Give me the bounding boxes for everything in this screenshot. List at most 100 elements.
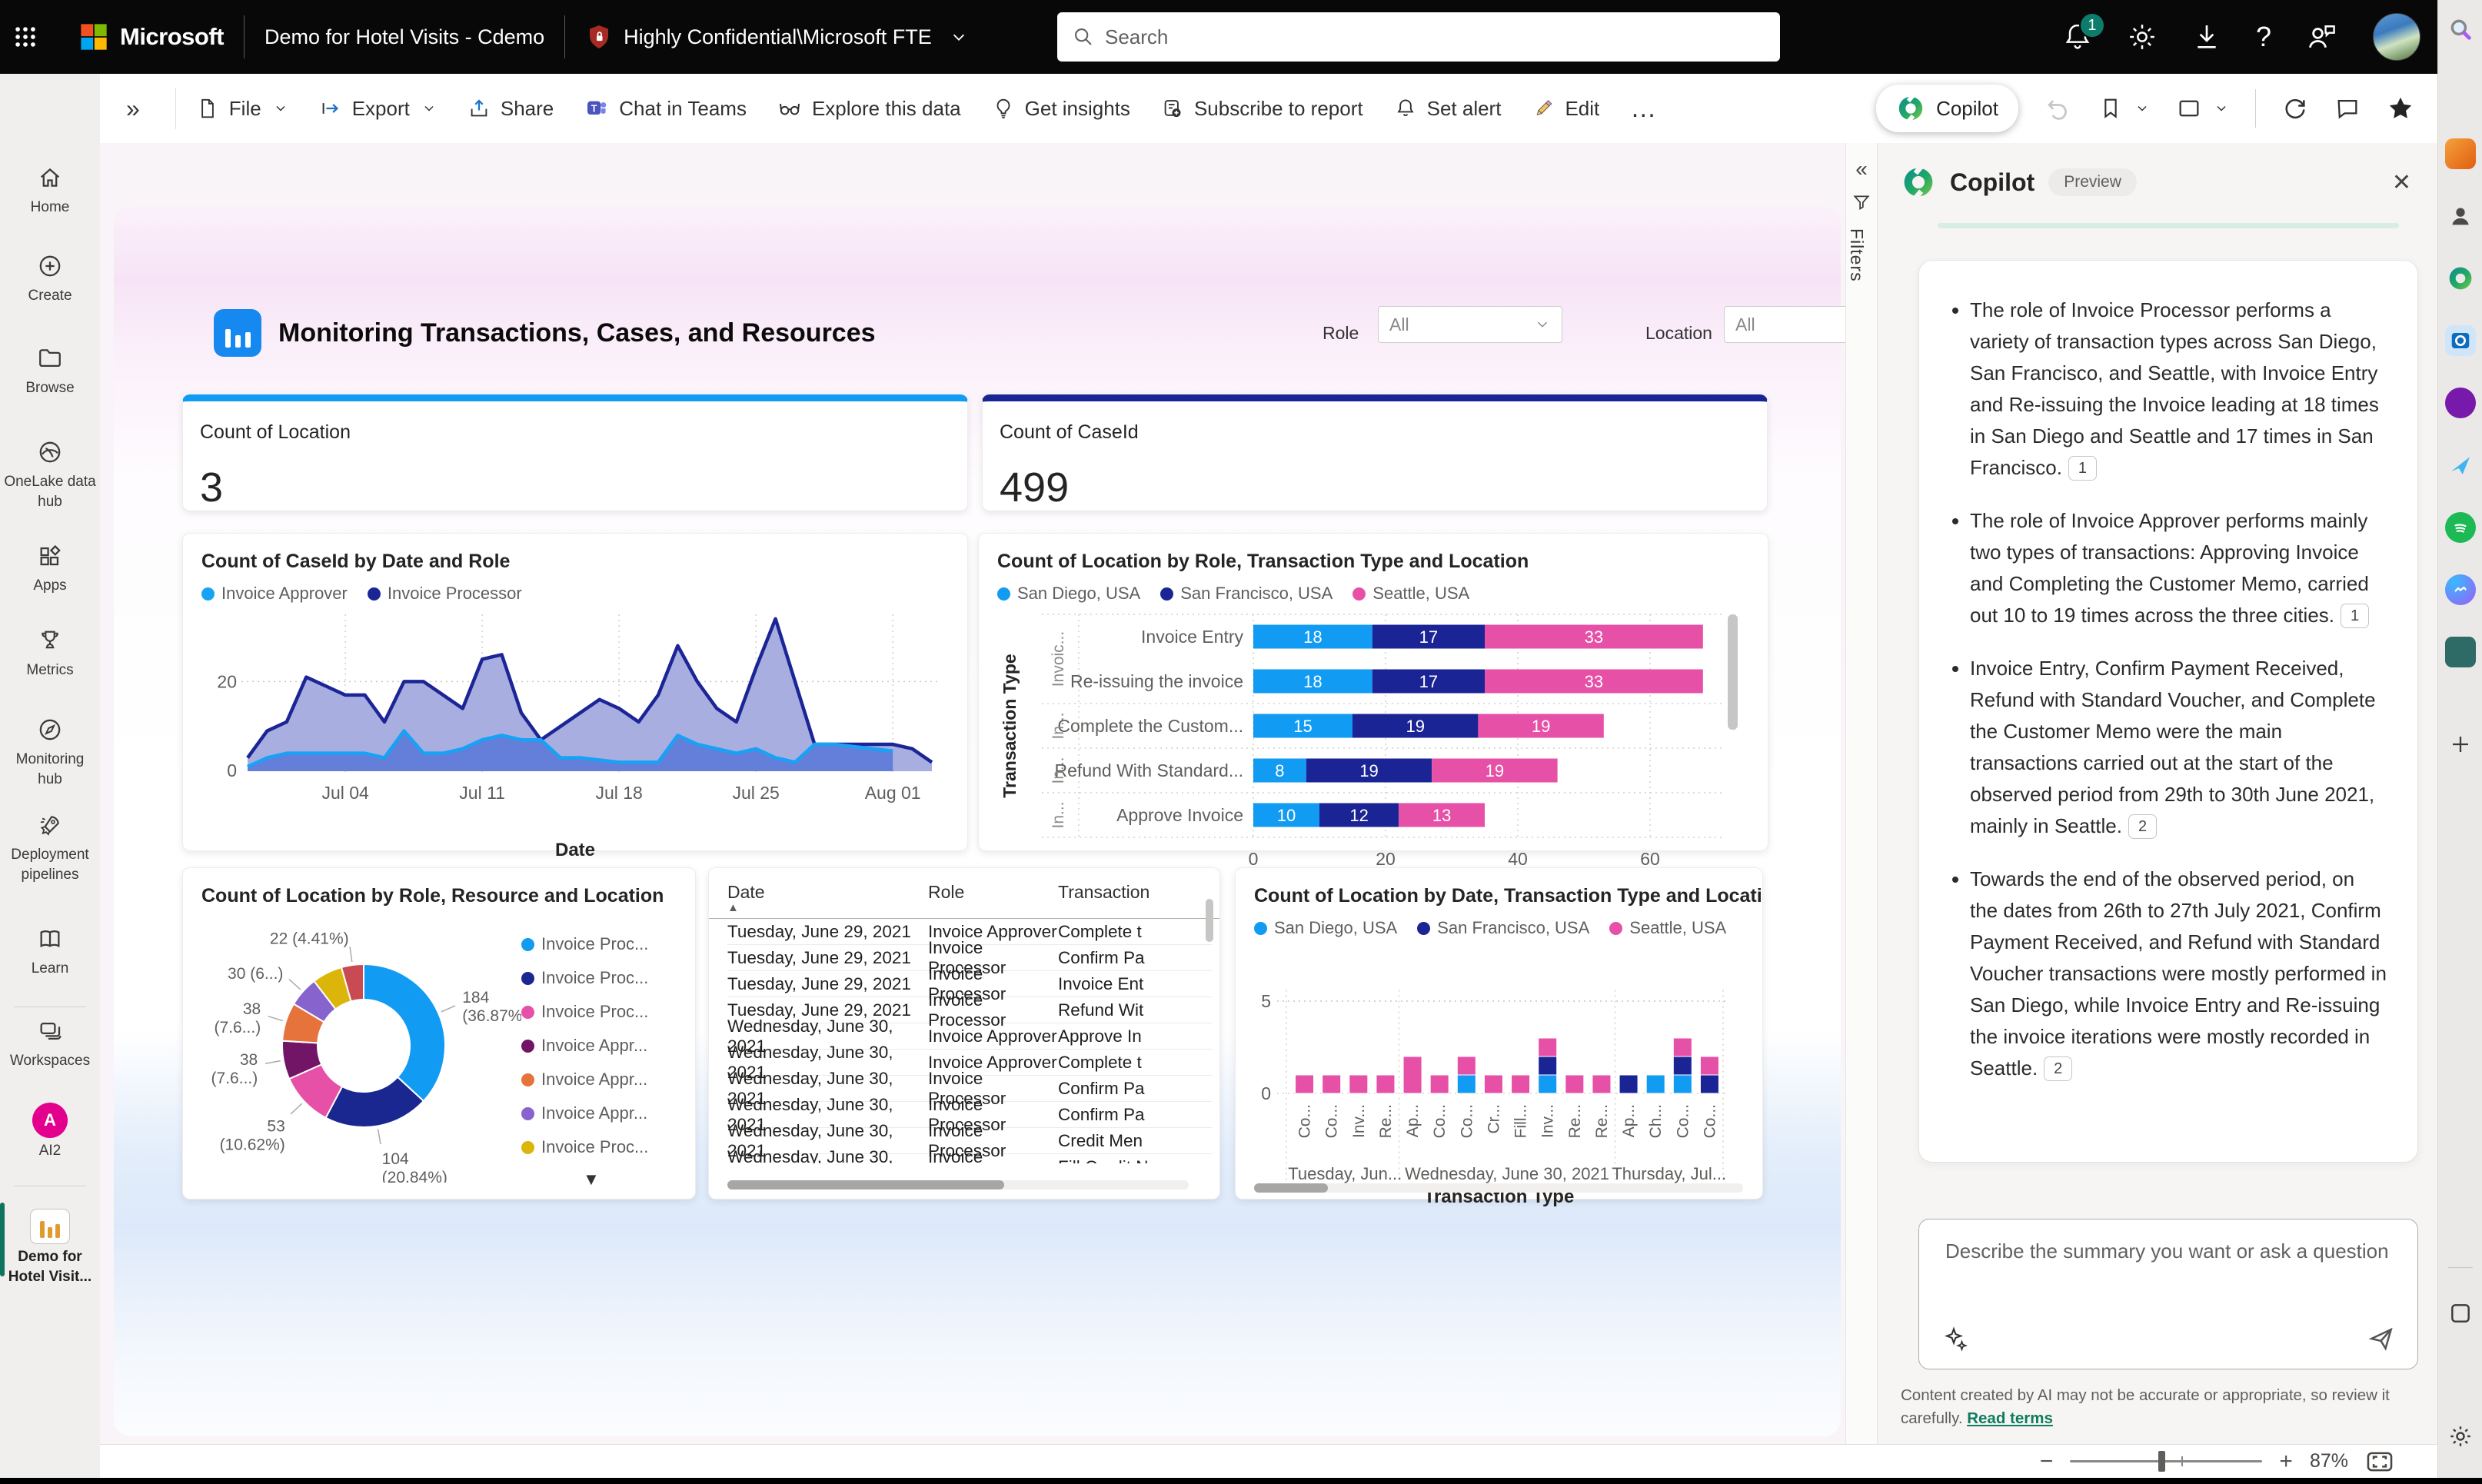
settings-button[interactable] — [2127, 22, 2158, 52]
more-options-button[interactable]: … — [1630, 94, 1658, 124]
edge-add-icon[interactable] — [2445, 729, 2476, 760]
legend-item[interactable]: Invoice Proc... — [521, 1002, 648, 1022]
bar-chart-location-by-role-transaction[interactable]: Count of Location by Role, Transaction T… — [978, 533, 1768, 851]
table-vscrollbar-thumb[interactable] — [1206, 899, 1213, 942]
column-segment[interactable] — [1646, 1075, 1665, 1093]
set-alert-button[interactable]: Set alert — [1394, 97, 1502, 121]
column-chart-location-by-date-transaction[interactable]: Count of Location by Date, Transaction T… — [1235, 867, 1763, 1200]
role-filter-dropdown[interactable]: All — [1378, 306, 1562, 343]
edge-search-icon[interactable] — [2445, 14, 2476, 45]
donut-slice[interactable] — [364, 964, 445, 1101]
get-insights-button[interactable]: Get insights — [992, 97, 1130, 121]
comment-icon[interactable] — [2334, 95, 2361, 121]
edge-messenger-icon[interactable] — [2445, 574, 2476, 605]
copilot-button[interactable]: Copilot — [1876, 85, 2018, 132]
notifications-button[interactable]: 1 — [2062, 22, 2093, 52]
edge-designer-icon[interactable] — [2445, 450, 2476, 481]
zoom-out-button[interactable]: − — [2040, 1449, 2054, 1475]
citation-chip[interactable]: 1 — [2068, 456, 2097, 481]
table-row[interactable]: Wednesday, June 30, 2021Invoice Processo… — [727, 1154, 1212, 1163]
chart-vertical-scrollbar[interactable] — [1728, 614, 1738, 730]
sidebar-item-apps[interactable]: Apps — [0, 543, 100, 596]
zoom-slider[interactable] — [2070, 1460, 2262, 1462]
column-segment[interactable] — [1539, 1056, 1557, 1075]
table-hscrollbar[interactable] — [727, 1180, 1189, 1190]
column-segment[interactable] — [1349, 1075, 1368, 1093]
column-segment[interactable] — [1512, 1075, 1530, 1093]
filters-pane-label[interactable]: Filters — [1846, 228, 1867, 282]
bookmarks-button[interactable] — [2098, 96, 2150, 121]
chart-hscrollbar[interactable] — [1254, 1183, 1743, 1193]
send-icon[interactable] — [2367, 1324, 2396, 1353]
filter-funnel-icon[interactable] — [1852, 192, 1871, 212]
expand-filters-icon[interactable]: « — [1846, 157, 1877, 181]
account-avatar[interactable] — [2373, 13, 2420, 61]
file-menu[interactable]: File — [196, 97, 288, 121]
legend-item[interactable]: Invoice Appr... — [521, 1036, 647, 1056]
view-button[interactable] — [2176, 95, 2229, 121]
legend-item[interactable]: Invoice Proc... — [521, 934, 648, 954]
chart-hscrollbar-thumb[interactable] — [1254, 1183, 1328, 1193]
app-launcher-icon[interactable] — [0, 0, 51, 74]
collapse-pane-button[interactable]: » — [126, 95, 140, 123]
download-button[interactable] — [2191, 22, 2222, 52]
citation-chip[interactable]: 1 — [2341, 604, 2369, 628]
edge-teams-icon[interactable] — [2445, 637, 2476, 667]
legend-item[interactable]: Invoice Proc... — [521, 1137, 648, 1157]
sidebar-item-deployment-pipelines[interactable]: Deployment pipelines — [0, 812, 100, 885]
sparkle-icon[interactable] — [1942, 1326, 1970, 1353]
column-segment[interactable] — [1700, 1075, 1718, 1093]
sidebar-item-learn[interactable]: Learn — [0, 926, 100, 979]
legend-item[interactable]: Invoice Appr... — [521, 1070, 647, 1090]
legend-item[interactable]: San Francisco, USA — [1160, 584, 1332, 604]
column-segment[interactable] — [1539, 1038, 1557, 1056]
fit-to-screen-icon[interactable] — [2365, 1447, 2394, 1476]
legend-item[interactable]: San Francisco, USA — [1417, 918, 1589, 938]
sidebar-item-onelake-data-hub[interactable]: OneLake data hub — [0, 439, 100, 512]
legend-item[interactable]: Invoice Processor — [368, 584, 522, 604]
column-segment[interactable] — [1296, 1075, 1314, 1093]
share-button[interactable]: Share — [467, 97, 554, 121]
help-button[interactable]: ? — [2256, 21, 2271, 53]
legend-item[interactable]: San Diego, USA — [1254, 918, 1397, 938]
sidebar-item-browse[interactable]: Browse — [0, 345, 100, 398]
chat-in-teams-button[interactable]: T Chat in Teams — [584, 96, 747, 121]
column-segment[interactable] — [1673, 1038, 1692, 1056]
column-segment[interactable] — [1539, 1075, 1557, 1093]
column-segment[interactable] — [1323, 1075, 1341, 1093]
donut-chart-location-by-role-resource[interactable]: Count of Location by Role, Resource and … — [182, 867, 696, 1200]
read-terms-link[interactable]: Read terms — [1967, 1409, 2053, 1427]
sidebar-item-monitoring-hub[interactable]: Monitoring hub — [0, 717, 100, 790]
favorite-star-icon[interactable] — [2387, 95, 2414, 122]
column-segment[interactable] — [1484, 1075, 1502, 1093]
column-segment[interactable] — [1673, 1075, 1692, 1093]
close-icon[interactable]: ✕ — [2392, 169, 2411, 196]
sidebar-item-metrics[interactable]: Metrics — [0, 627, 100, 680]
sidebar-item-workspaces[interactable]: Workspaces — [0, 1018, 100, 1071]
column-segment[interactable] — [1565, 1075, 1584, 1093]
sensitivity-label[interactable]: Highly Confidential\Microsoft FTE — [585, 23, 967, 51]
sidebar-item-workspace-ai2[interactable]: A AI2 — [0, 1103, 100, 1161]
table-hscrollbar-thumb[interactable] — [727, 1180, 1004, 1190]
column-segment[interactable] — [1619, 1075, 1638, 1093]
column-segment[interactable] — [1700, 1056, 1718, 1075]
search-input[interactable]: Search — [1057, 12, 1780, 62]
area-chart-caseid-by-date-role[interactable]: Count of CaseId by Date and Role Invoice… — [182, 533, 968, 851]
legend-item[interactable]: Invoice Approver — [201, 584, 348, 604]
export-menu[interactable]: Export — [319, 97, 437, 121]
column-segment[interactable] — [1403, 1056, 1422, 1093]
sidebar-item-home[interactable]: Home — [0, 165, 100, 218]
explore-data-button[interactable]: Explore this data — [777, 96, 961, 121]
citation-chip[interactable]: 2 — [2128, 814, 2157, 839]
column-segment[interactable] — [1457, 1056, 1476, 1075]
sidebar-item-create[interactable]: Create — [0, 253, 100, 306]
column-segment[interactable] — [1376, 1075, 1395, 1093]
zoom-in-button[interactable]: + — [2279, 1449, 2293, 1475]
microsoft-logo[interactable]: Microsoft — [78, 22, 224, 52]
kpi-card-count-of-location[interactable]: Count of Location 3 — [182, 394, 968, 511]
zoom-slider-thumb[interactable] — [2158, 1451, 2165, 1472]
column-segment[interactable] — [1673, 1056, 1692, 1075]
edge-spotify-icon[interactable] — [2445, 512, 2476, 543]
sidebar-item-demo-report[interactable]: Demo for Hotel Visit... — [0, 1209, 100, 1287]
column-segment[interactable] — [1592, 1075, 1611, 1093]
